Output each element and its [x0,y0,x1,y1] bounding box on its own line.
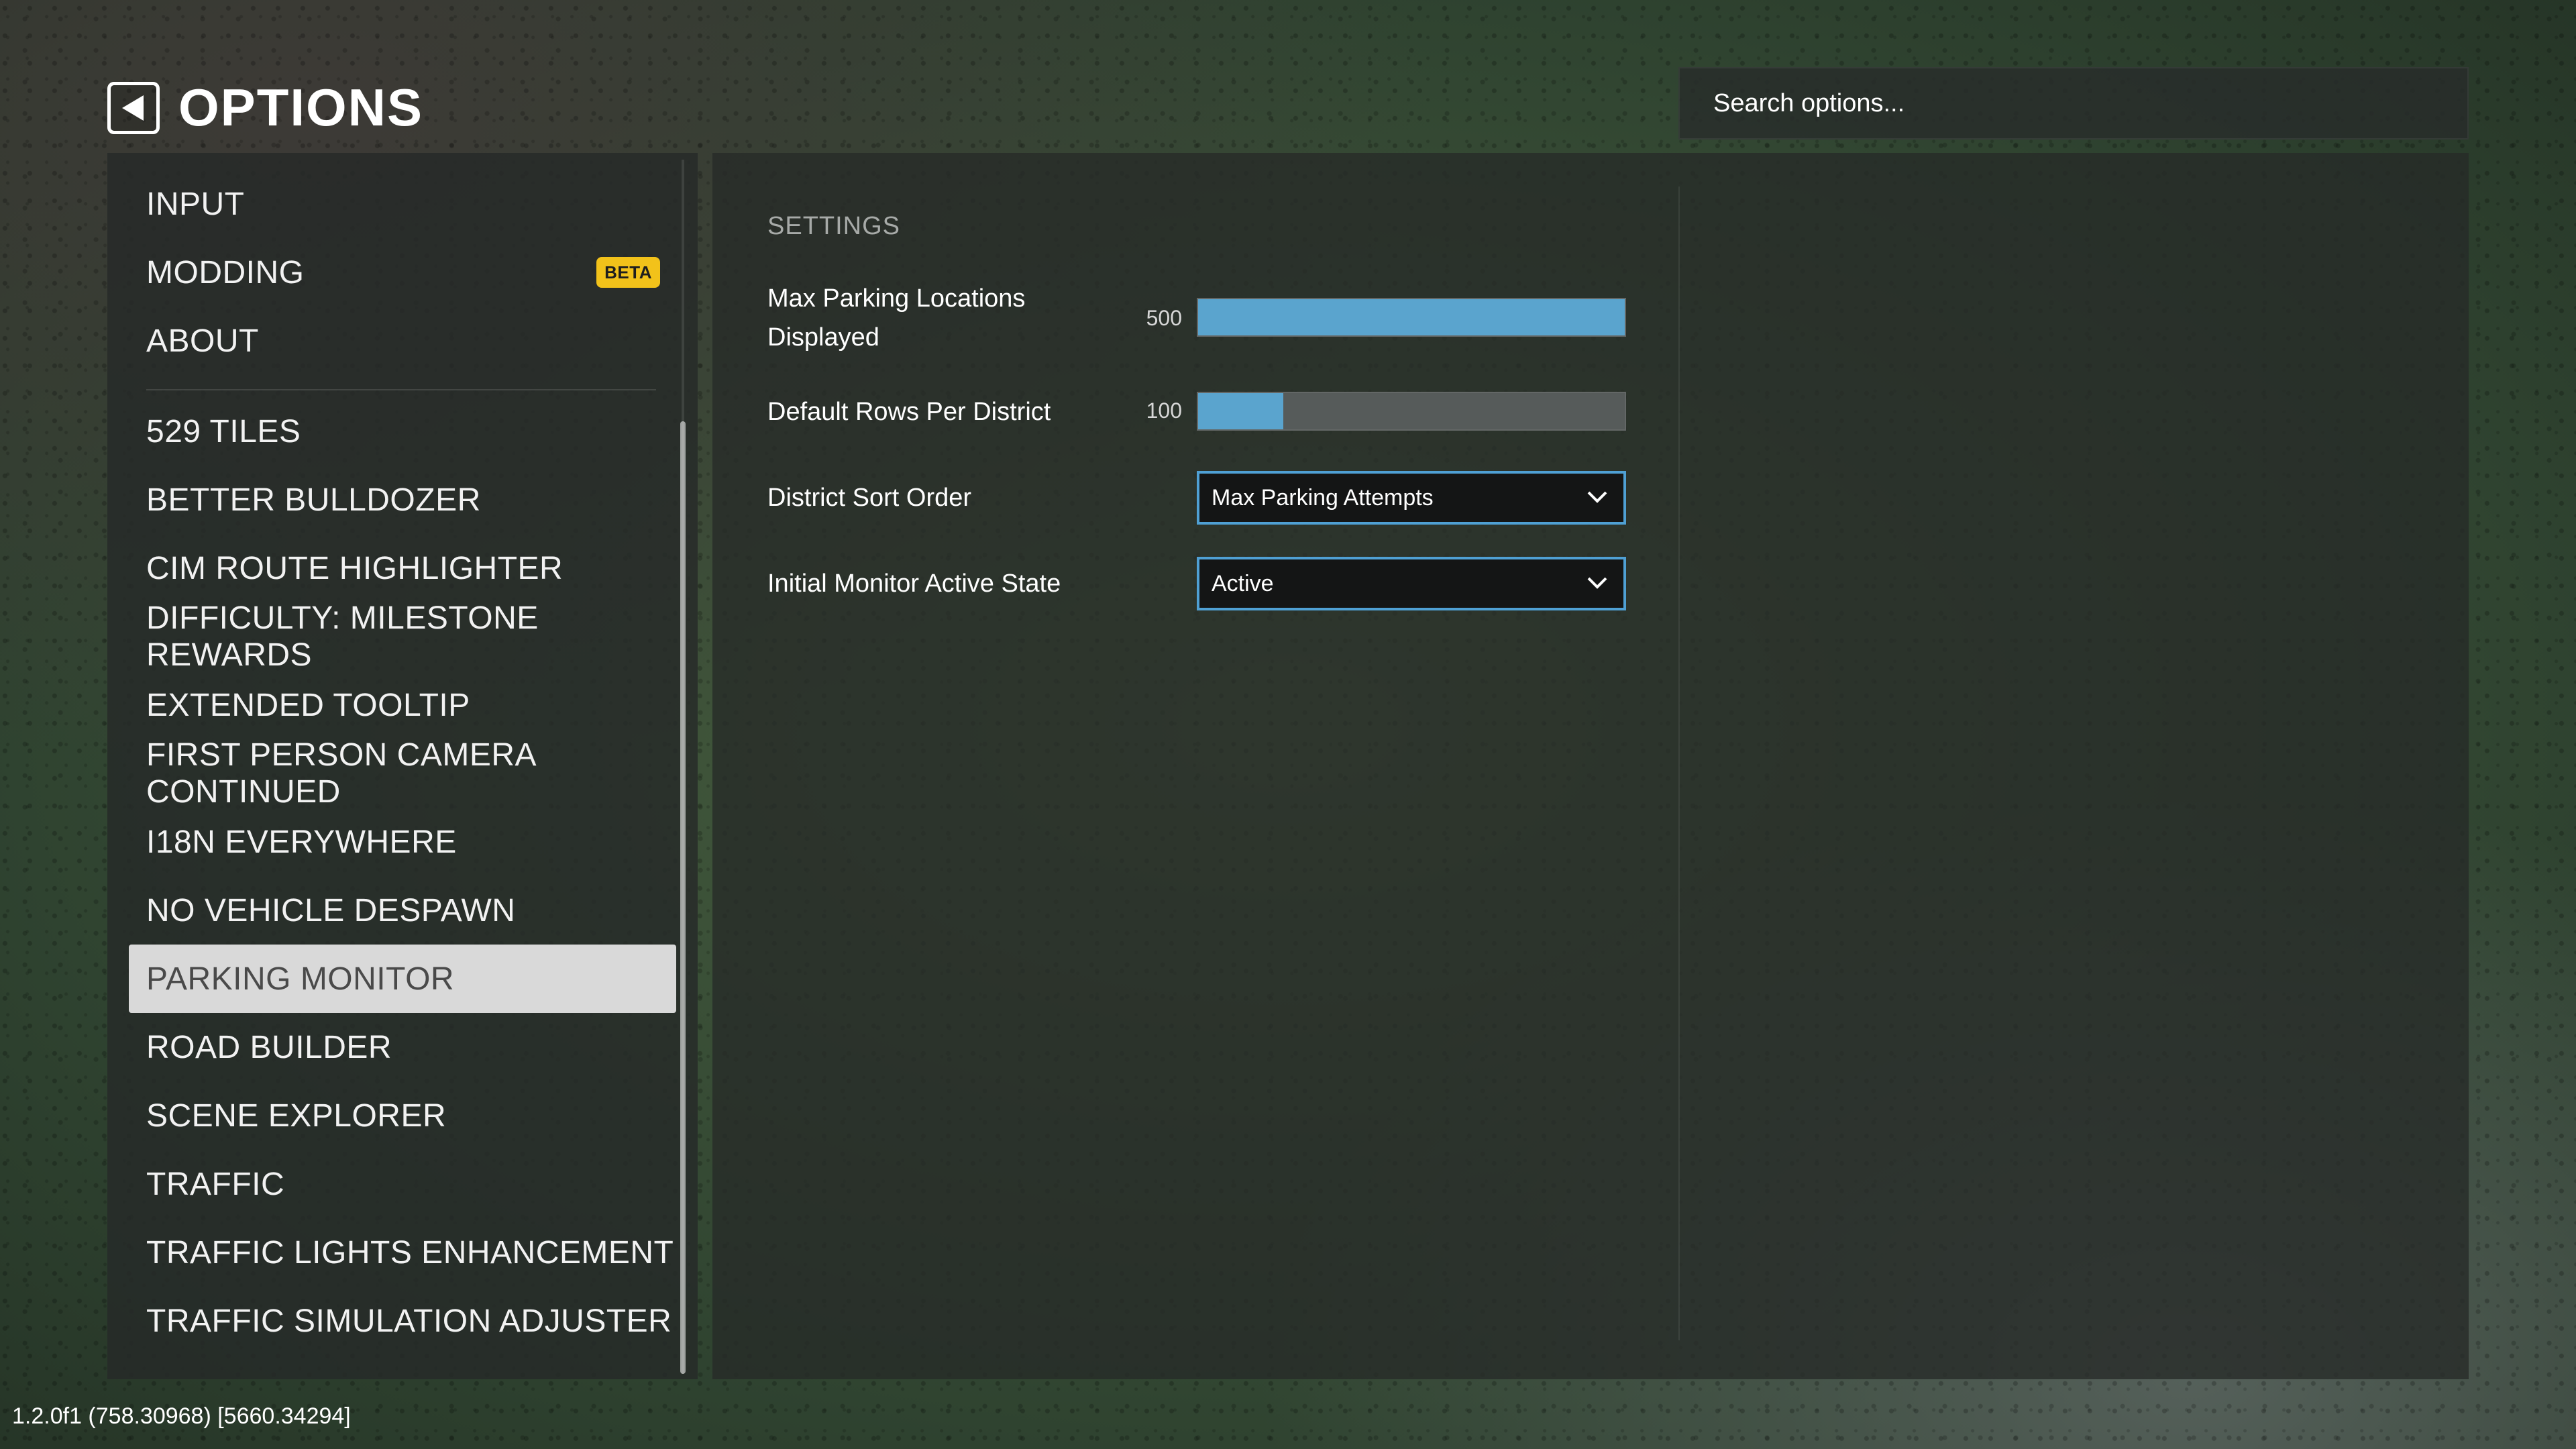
sidebar-item-label: NO VEHICLE DESPAWN [146,892,516,928]
sidebar-divider [146,389,656,390]
sidebar-item-label: TRAFFIC LIGHTS ENHANCEMENT [146,1234,674,1271]
sidebar-item-cim-route-highlighter[interactable]: CIM ROUTE HIGHLIGHTER [129,534,676,602]
monitor-state-dropdown[interactable]: Active [1197,557,1626,610]
default-rows-value: 100 [1146,398,1182,423]
sidebar-item-label: PARKING MONITOR [146,961,455,997]
sidebar-item-529-tiles[interactable]: 529 TILES [129,397,676,466]
monitor-state-selected: Active [1212,570,1274,596]
sidebar-item-scene-explorer[interactable]: SCENE EXPLORER [129,1081,676,1150]
sidebar-item-label: ROAD BUILDER [146,1029,392,1065]
sidebar-item-label: EXTENDED TOOLTIP [146,687,470,723]
sidebar-item-no-vehicle-despawn[interactable]: NO VEHICLE DESPAWN [129,876,676,945]
chevron-down-icon [1587,577,1607,589]
sidebar-item-label: CIM ROUTE HIGHLIGHTER [146,550,564,586]
max-parking-slider[interactable] [1197,298,1626,337]
header: OPTIONS [107,77,423,138]
sidebar-item-parking-monitor[interactable]: PARKING MONITOR [129,945,676,1013]
sidebar-item-extended-tooltip[interactable]: EXTENDED TOOLTIP [129,671,676,739]
sort-order-selected: Max Parking Attempts [1212,484,1434,511]
sidebar-item-difficulty-milestone-rewards[interactable]: DIFFICULTY: MILESTONE REWARDS [129,600,676,673]
sidebar-item-better-bulldozer[interactable]: BETTER BULLDOZER [129,466,676,534]
page-title: OPTIONS [178,78,424,137]
sidebar-item-label: BETTER BULLDOZER [146,482,481,518]
sort-order-label: District Sort Order [767,484,972,512]
sidebar-item-label: I18N EVERYWHERE [146,824,457,860]
sidebar-item-i18n-everywhere[interactable]: I18N EVERYWHERE [129,808,676,876]
sidebar-item-traffic-lights-enhancement[interactable]: TRAFFIC LIGHTS ENHANCEMENT [129,1218,676,1287]
max-parking-slider-fill [1198,299,1625,335]
back-arrow-icon [122,95,144,121]
chevron-down-icon [1587,491,1607,503]
sidebar-item-label: TRAFFIC SIMULATION ADJUSTER [146,1303,672,1339]
max-parking-label: Max Parking Locations Displayed [767,284,1026,352]
sidebar: INPUT MODDING BETA ABOUT 529 TILES BETTE… [107,153,698,1379]
sidebar-item-label: DIFFICULTY: MILESTONE REWARDS [146,600,539,673]
max-parking-value: 500 [1146,306,1182,330]
search-input[interactable]: Search options... [1678,67,2469,140]
sidebar-item-label: SCENE EXPLORER [146,1097,447,1134]
sidebar-item-modding[interactable]: MODDING BETA [129,238,676,307]
sidebar-item-label: INPUT [146,186,245,222]
sidebar-item-traffic-simulation-adjuster[interactable]: TRAFFIC SIMULATION ADJUSTER [129,1287,676,1355]
sidebar-item-label: FIRST PERSON CAMERA CONTINUED [146,737,535,810]
default-rows-slider[interactable] [1197,392,1626,431]
content-divider [1678,186,1680,1340]
sidebar-item-label: TRAFFIC [146,1166,285,1202]
default-rows-label: Default Rows Per District [767,398,1051,426]
monitor-state-label: Initial Monitor Active State [767,570,1061,598]
sidebar-scrollbar-thumb[interactable] [680,421,686,1374]
beta-badge: BETA [596,257,660,288]
sort-order-dropdown[interactable]: Max Parking Attempts [1197,471,1626,525]
sidebar-item-input[interactable]: INPUT [129,170,676,238]
settings-panel: SETTINGS Max Parking Locations Displayed… [712,153,2469,1379]
section-title: SETTINGS [767,212,901,240]
sidebar-item-about[interactable]: ABOUT [129,307,676,375]
sidebar-item-first-person-camera-continued[interactable]: FIRST PERSON CAMERA CONTINUED [129,737,676,810]
default-rows-slider-fill [1198,393,1284,429]
sidebar-item-traffic[interactable]: TRAFFIC [129,1150,676,1218]
sidebar-item-label: ABOUT [146,323,259,359]
back-button[interactable] [107,81,160,134]
sidebar-item-label: MODDING [146,254,305,290]
sidebar-item-label: 529 TILES [146,413,301,449]
sidebar-item-road-builder[interactable]: ROAD BUILDER [129,1013,676,1081]
version-label: 1.2.0f1 (758.30968) [5660.34294] [12,1403,351,1429]
